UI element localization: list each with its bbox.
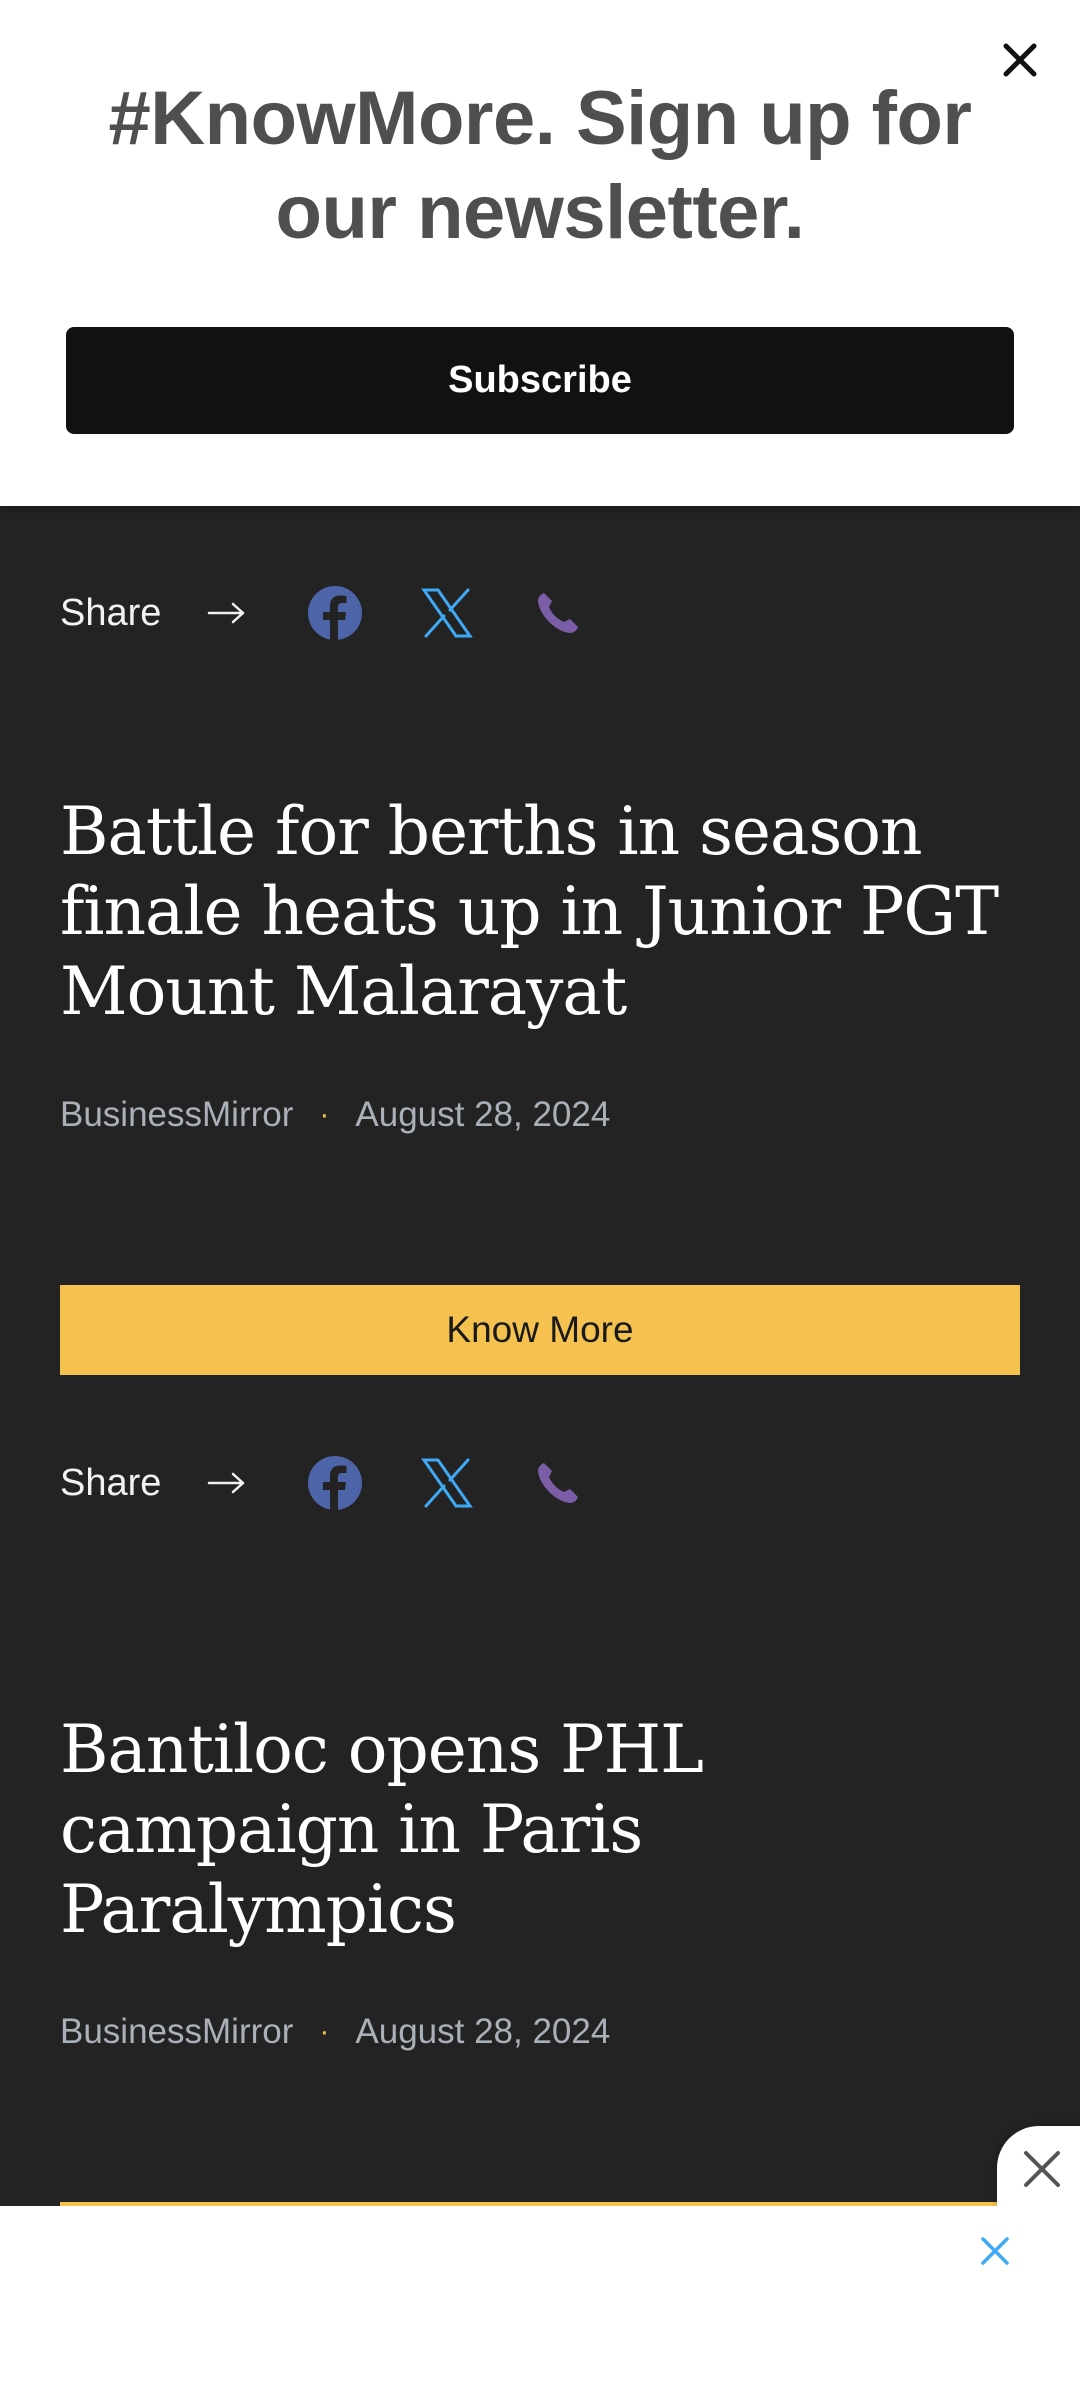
ad-dismiss-button[interactable] [997, 2126, 1080, 2212]
phone-icon[interactable] [535, 1448, 581, 1518]
article-title[interactable]: Battle for berths in season finale heats… [60, 792, 1020, 1032]
newsletter-banner: #KnowMore. Sign up for our newsletter. S… [0, 0, 1080, 506]
article-meta: BusinessMirror · August 28, 2024 [60, 2007, 610, 2057]
share-label: Share [60, 591, 162, 634]
facebook-icon[interactable] [307, 578, 363, 648]
subscribe-button[interactable]: Subscribe [66, 327, 1014, 434]
share-row: Share [60, 1448, 1020, 1518]
meta-separator: · [319, 2015, 330, 2048]
x-icon[interactable] [421, 1448, 473, 1518]
newsletter-title: #KnowMore. Sign up for our newsletter. [108, 76, 972, 255]
arrow-right-icon [207, 1471, 247, 1495]
know-more-button[interactable]: Know More [60, 1285, 1020, 1375]
ad-banner [0, 2206, 1080, 2400]
article-title[interactable]: Bantiloc opens PHL campaign in Paris Par… [60, 1710, 780, 1950]
x-icon[interactable] [421, 578, 473, 648]
arrow-right-icon [207, 601, 247, 625]
share-label: Share [60, 1461, 162, 1504]
article-source[interactable]: BusinessMirror [60, 2012, 293, 2052]
article-meta: BusinessMirror · August 28, 2024 [60, 1090, 610, 1140]
facebook-icon[interactable] [307, 1448, 363, 1518]
article-source[interactable]: BusinessMirror [60, 1095, 293, 1135]
close-icon[interactable] [970, 2226, 1020, 2276]
phone-icon[interactable] [535, 578, 581, 648]
share-row: Share [60, 578, 1020, 648]
article-date: August 28, 2024 [355, 2012, 611, 2051]
article-date: August 28, 2024 [355, 1095, 611, 1134]
meta-separator: · [319, 1098, 330, 1131]
